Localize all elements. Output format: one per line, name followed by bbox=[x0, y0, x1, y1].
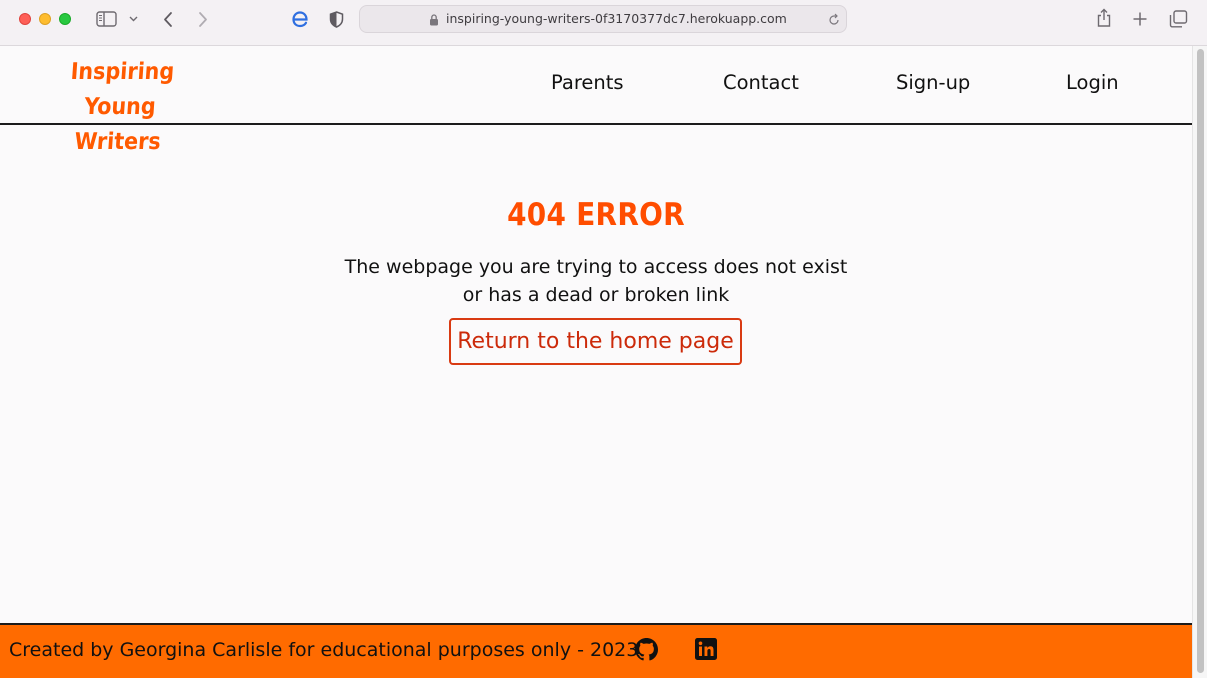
forward-icon[interactable] bbox=[197, 11, 209, 28]
nav-login-link[interactable]: Login bbox=[1066, 71, 1119, 94]
site-footer: Created by Georgina Carlisle for educati… bbox=[0, 623, 1192, 678]
page-scrollbar[interactable] bbox=[1192, 46, 1207, 678]
nav-parents-link[interactable]: Parents bbox=[551, 71, 624, 94]
address-bar[interactable]: inspiring-young-writers-0f3170377dc7.her… bbox=[359, 5, 847, 33]
site-header: Inspiring Young Writers Parents Contact … bbox=[0, 47, 1192, 155]
lock-icon bbox=[430, 14, 438, 26]
main-content: 404 ERROR The webpage you are trying to … bbox=[0, 125, 1192, 623]
github-icon[interactable] bbox=[635, 638, 658, 661]
return-home-button[interactable]: Return to the home page bbox=[449, 318, 742, 365]
minimize-window-button[interactable] bbox=[39, 13, 51, 25]
logo-line-1: Inspiring Young bbox=[69, 59, 176, 120]
chevron-down-icon[interactable] bbox=[129, 16, 138, 22]
nav-contact-link[interactable]: Contact bbox=[723, 71, 799, 94]
zoom-window-button[interactable] bbox=[59, 13, 71, 25]
shield-icon[interactable] bbox=[329, 11, 344, 28]
error-message-line-1: The webpage you are trying to access doe… bbox=[344, 256, 848, 278]
extension-e-icon[interactable] bbox=[290, 9, 310, 29]
reload-icon[interactable] bbox=[828, 13, 840, 26]
back-icon[interactable] bbox=[162, 11, 174, 28]
new-tab-plus-icon[interactable] bbox=[1132, 11, 1148, 27]
error-title: 404 ERROR bbox=[507, 197, 685, 233]
scrollbar-thumb[interactable] bbox=[1197, 49, 1204, 673]
error-message-line-2: or has a dead or broken link bbox=[462, 284, 730, 306]
close-window-button[interactable] bbox=[19, 13, 31, 25]
linkedin-icon[interactable] bbox=[695, 638, 717, 660]
url-text: inspiring-young-writers-0f3170377dc7.her… bbox=[446, 11, 787, 26]
sidebar-icon[interactable] bbox=[96, 11, 117, 27]
footer-credit-text: Created by Georgina Carlisle for educati… bbox=[9, 639, 639, 661]
share-icon[interactable] bbox=[1096, 8, 1112, 28]
browser-toolbar: inspiring-young-writers-0f3170377dc7.her… bbox=[0, 0, 1207, 46]
nav-signup-link[interactable]: Sign-up bbox=[896, 71, 970, 94]
tabs-overview-icon[interactable] bbox=[1169, 10, 1188, 28]
